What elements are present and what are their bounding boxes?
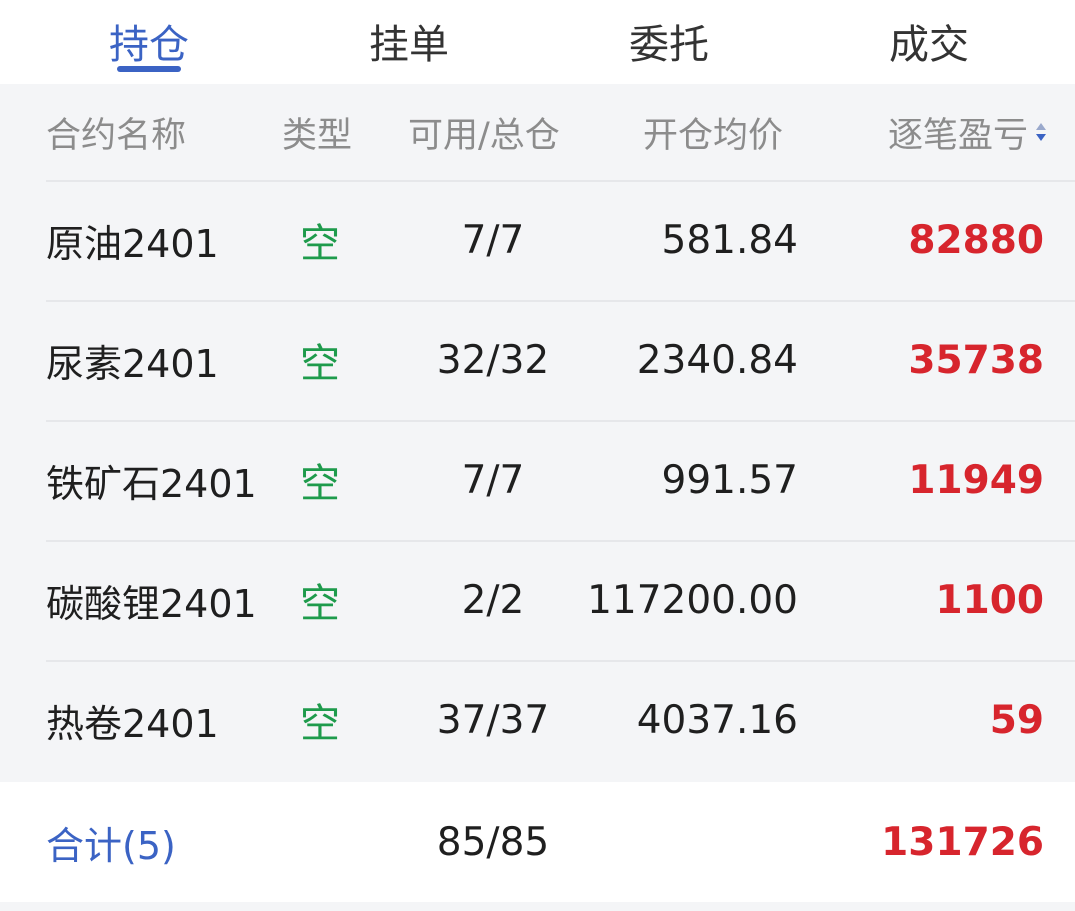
- column-header-pnl-label: 逐笔盈亏: [888, 115, 1029, 156]
- column-header-pnl[interactable]: 逐笔盈亏: [888, 84, 1048, 180]
- column-header-name: 合约名称: [46, 115, 187, 156]
- tab-label: 成交: [889, 22, 969, 68]
- tab-label: 持仓: [109, 22, 189, 68]
- active-tab-indicator: [117, 66, 181, 72]
- trade-pnl: 35738: [908, 337, 1044, 383]
- trade-pnl: 82880: [908, 217, 1044, 263]
- position-type: 空: [300, 461, 340, 507]
- positions-table: 合约名称 类型 可用/总仓 开仓均价 逐笔盈亏 原油2401 空 7/7 581…: [0, 84, 1075, 782]
- position-type: 空: [300, 701, 340, 747]
- contract-name: 碳酸锂2401: [46, 581, 257, 626]
- summary-label[interactable]: 合计(5): [46, 782, 266, 902]
- summary-row: 合计(5) 85/85 131726: [0, 782, 1075, 902]
- open-avg-price: 2340.84: [636, 337, 798, 383]
- open-avg-price: 991.57: [661, 457, 798, 503]
- available-total-position: 37/37: [436, 697, 550, 743]
- sort-arrows-icon[interactable]: [1034, 120, 1048, 144]
- table-row[interactable]: 碳酸锂2401 空 2/2 117200.00 1100: [0, 540, 1075, 660]
- contract-name: 尿素2401: [46, 341, 219, 386]
- contract-name: 热卷2401: [46, 701, 219, 746]
- table-row[interactable]: 热卷2401 空 37/37 4037.16 59: [0, 660, 1075, 780]
- position-type: 空: [300, 221, 340, 267]
- trade-pnl: 1100: [935, 577, 1044, 623]
- tab-bar: 持仓 挂单 委托 成交: [0, 0, 1075, 84]
- trade-pnl: 59: [989, 697, 1044, 743]
- column-header-avg-price: 开仓均价: [643, 115, 784, 156]
- available-total-position: 32/32: [436, 337, 550, 383]
- trade-pnl: 11949: [908, 457, 1044, 503]
- tab-orders[interactable]: 委托: [535, 0, 803, 84]
- available-total-position: 2/2: [461, 577, 525, 623]
- column-header-position: 可用/总仓: [408, 115, 560, 156]
- available-total-position: 7/7: [461, 217, 525, 263]
- open-avg-price: 117200.00: [587, 577, 798, 623]
- tab-label: 委托: [629, 22, 709, 68]
- open-avg-price: 581.84: [661, 217, 798, 263]
- tab-label: 挂单: [369, 22, 449, 68]
- tab-trades[interactable]: 成交: [795, 0, 1063, 84]
- available-total-position: 7/7: [461, 457, 525, 503]
- position-type: 空: [300, 341, 340, 387]
- tab-pending-orders[interactable]: 挂单: [275, 0, 543, 84]
- position-type: 空: [300, 581, 340, 627]
- table-row[interactable]: 铁矿石2401 空 7/7 991.57 11949: [0, 420, 1075, 540]
- summary-pnl: 131726: [881, 819, 1044, 865]
- contract-name: 原油2401: [46, 221, 219, 266]
- table-row[interactable]: 原油2401 空 7/7 581.84 82880: [0, 180, 1075, 300]
- summary-position: 85/85: [436, 819, 550, 865]
- column-header-type: 类型: [282, 115, 353, 156]
- open-avg-price: 4037.16: [636, 697, 798, 743]
- contract-name: 铁矿石2401: [46, 461, 257, 506]
- table-row[interactable]: 尿素2401 空 32/32 2340.84 35738: [0, 300, 1075, 420]
